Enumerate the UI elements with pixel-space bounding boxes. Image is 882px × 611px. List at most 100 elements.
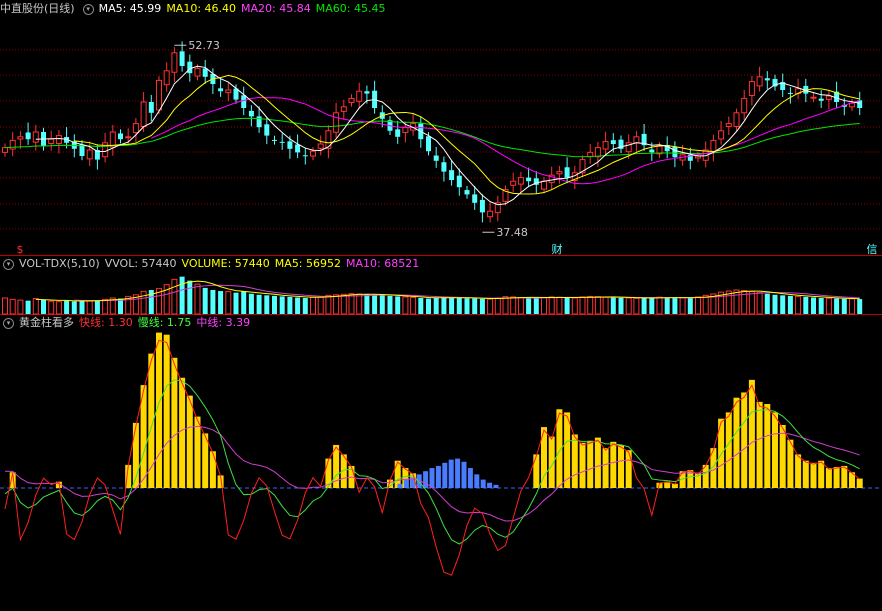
gold-bar — [610, 441, 617, 488]
volume-bar — [811, 297, 816, 314]
gold-bar — [533, 454, 540, 488]
high-label: 52.73 — [188, 39, 220, 52]
gold-bar — [602, 448, 609, 488]
candle-down — [433, 155, 439, 161]
gold-bar — [825, 468, 832, 488]
candle-down — [248, 110, 254, 117]
volume-bar — [25, 300, 31, 314]
vol-title: VOL-TDX(5,10) — [19, 257, 100, 270]
candle-up — [633, 136, 640, 144]
volume-bar — [494, 297, 501, 315]
settings-circle-icon[interactable]: ▾ — [3, 258, 14, 270]
volume-bar — [479, 298, 485, 314]
volume-bar — [687, 297, 693, 314]
volume-bar — [256, 294, 262, 314]
volume-bar — [118, 298, 123, 314]
volume-bar — [526, 297, 532, 314]
gold-bar — [756, 401, 763, 488]
volume-bar — [379, 295, 385, 314]
candle-down — [764, 78, 770, 81]
candle-down — [479, 199, 485, 213]
gold-bar — [179, 377, 186, 488]
volume-bar — [86, 300, 93, 315]
candle-up — [310, 150, 316, 157]
candles — [2, 41, 863, 223]
volume-bar — [55, 301, 62, 315]
volume-bar — [325, 294, 332, 315]
candle-up — [2, 147, 8, 153]
gold-bar — [171, 357, 178, 488]
candle-up — [741, 97, 748, 114]
indicator-header: ▾ 黄金柱看多 快线: 1.30 慢线: 1.75 中线: 3.39 — [0, 315, 255, 331]
volume-bar — [2, 297, 8, 315]
volume-bar — [241, 291, 247, 314]
candle-down — [256, 116, 262, 128]
volume-bar — [510, 296, 517, 315]
gold-bar — [795, 454, 802, 488]
candle-up — [825, 95, 832, 100]
candle-down — [395, 129, 401, 137]
volume-bar — [579, 296, 586, 315]
gold-bar — [209, 451, 216, 488]
volume-bar — [787, 295, 793, 314]
candle-down — [818, 98, 824, 101]
volume-bar — [9, 298, 16, 315]
candle-down — [526, 177, 532, 182]
volume-bar — [140, 290, 147, 315]
candle-down — [672, 146, 678, 158]
ma20-line — [151, 97, 860, 185]
volume-bar — [679, 297, 686, 315]
volume-bar — [79, 300, 85, 314]
blue-bar — [480, 479, 486, 488]
gold-bars — [9, 332, 863, 488]
gold-bar — [741, 392, 748, 488]
volume-bar — [756, 292, 763, 315]
gold-bar — [748, 379, 755, 488]
candle-down — [202, 68, 208, 77]
gold-bar — [772, 412, 778, 488]
blue-bar — [467, 468, 473, 488]
candle-up — [710, 139, 717, 152]
gold-bar — [764, 404, 771, 488]
volume-bar — [618, 297, 624, 314]
volume-bar — [410, 296, 417, 315]
volume-bar — [834, 298, 840, 314]
gold-bar — [856, 478, 863, 488]
volume-bar — [171, 278, 178, 315]
candle-up — [194, 67, 201, 77]
ma60-label: MA60: 45.45 — [315, 2, 386, 15]
gold-bar — [725, 412, 732, 488]
volume-bar — [733, 289, 740, 315]
candle-up — [225, 89, 232, 94]
volume-bar — [780, 295, 786, 314]
volume-bar — [464, 298, 470, 314]
volume-bar — [202, 287, 208, 314]
volume-bar — [602, 296, 609, 315]
settings-circle-icon[interactable]: ▾ — [3, 317, 14, 329]
candle-down — [287, 141, 293, 149]
candle-down — [118, 133, 123, 140]
blue-bar — [429, 468, 435, 488]
candle-up — [725, 123, 732, 127]
volume-bar — [179, 276, 185, 314]
candle-up — [132, 123, 139, 133]
candle-up — [156, 79, 162, 111]
volume-bar — [187, 280, 193, 314]
candle-down — [364, 91, 370, 94]
volume-bar — [487, 298, 494, 315]
candle-up — [163, 70, 170, 86]
volume-bar — [194, 283, 201, 315]
ma10-label: MA10: 46.40 — [166, 2, 237, 15]
volume-bar — [287, 296, 293, 314]
volume-bar — [702, 294, 709, 315]
event-marker: 信 — [867, 243, 878, 256]
settings-circle-icon[interactable]: ▾ — [82, 3, 94, 15]
candle-down — [456, 175, 462, 188]
volume-bar — [795, 295, 802, 315]
gold-bar — [833, 467, 840, 488]
volume-bar — [649, 297, 655, 314]
blue-bar — [423, 471, 429, 488]
volume-bar — [841, 298, 847, 314]
candle-down — [279, 141, 285, 143]
candle-down — [264, 124, 270, 136]
